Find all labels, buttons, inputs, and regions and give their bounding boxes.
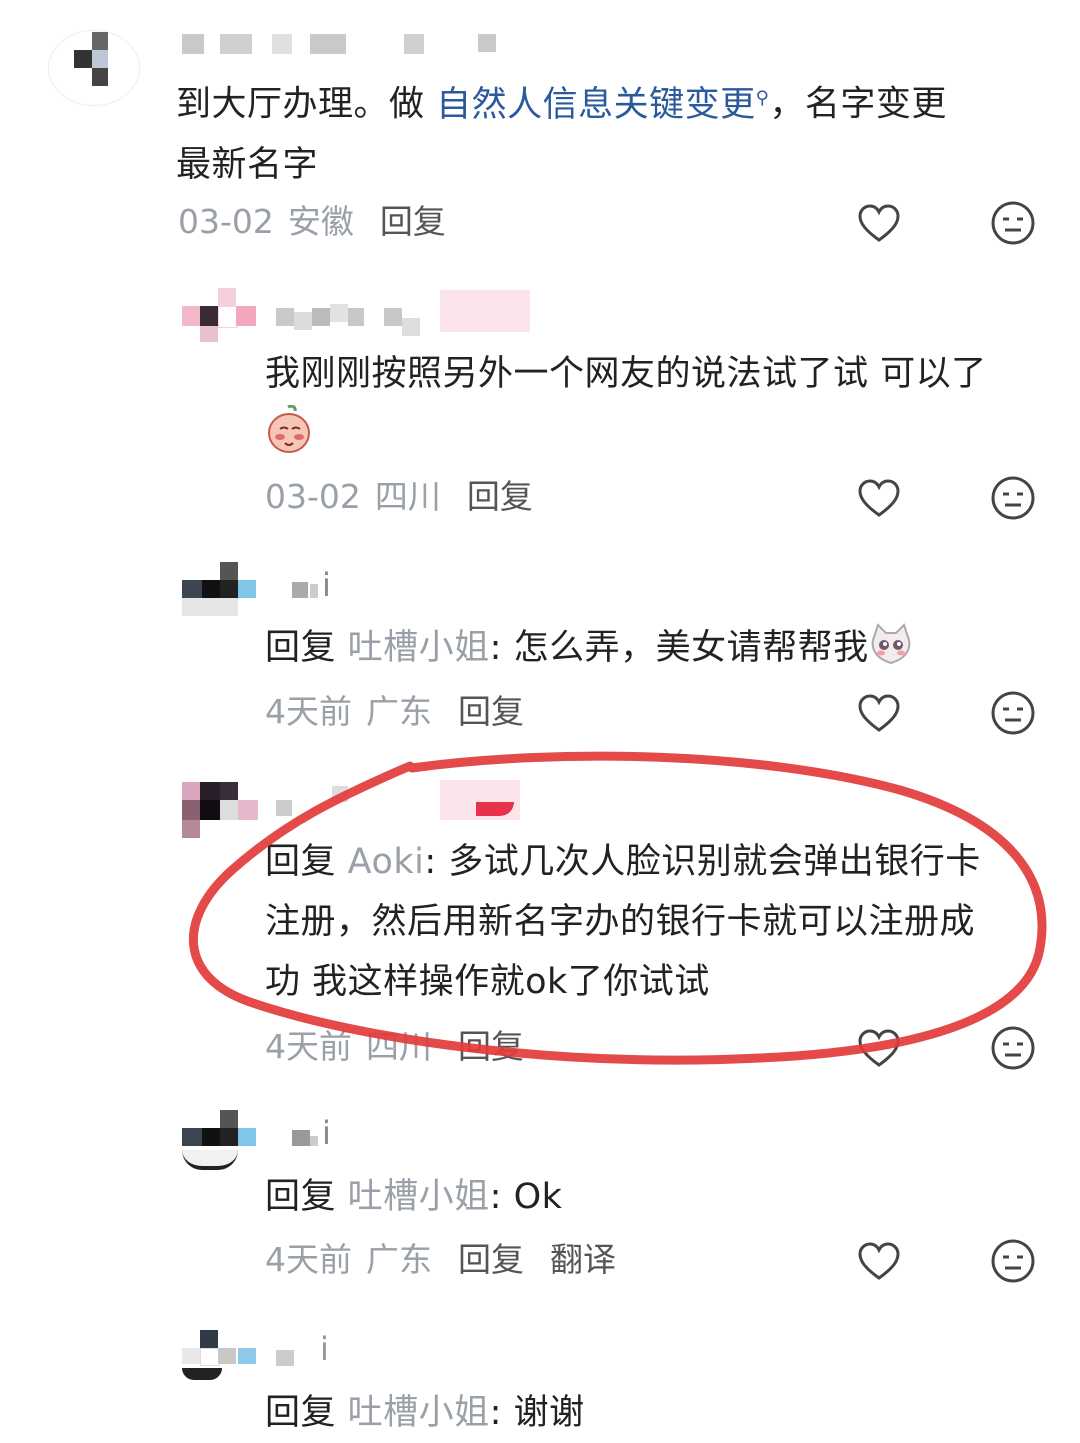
heart-outline-icon — [858, 1029, 900, 1067]
comment-text: 回复 吐槽小姐: 怎么弄，美女请帮帮我 — [265, 618, 1055, 678]
comment-meta: 4天前 广东 回复 翻译 — [265, 1238, 616, 1282]
like-button[interactable] — [856, 690, 902, 736]
reply-button[interactable]: 回复 — [467, 477, 533, 516]
reply-to-username[interactable]: 吐槽小姐 — [348, 1177, 490, 1217]
comment-meta: 4天前 广东 回复 — [265, 690, 524, 734]
username-blurred[interactable]: i — [292, 566, 352, 610]
comment-text: 回复 吐槽小姐: 谢谢 — [265, 1393, 585, 1433]
reply-button[interactable]: 回复 — [458, 692, 524, 731]
reply-button[interactable]: 回复 — [380, 202, 446, 241]
translate-button[interactable]: 翻译 — [550, 1240, 616, 1279]
location: 广东 — [366, 1240, 432, 1279]
heart-outline-icon — [858, 1242, 900, 1280]
like-button[interactable] — [856, 475, 902, 521]
avatar[interactable] — [182, 1110, 258, 1170]
username-fragment: i — [320, 1330, 329, 1368]
username-fragment: i — [322, 1114, 331, 1152]
location: 四川 — [366, 1027, 432, 1066]
reply-to-username[interactable]: 吐槽小姐 — [348, 628, 490, 668]
date: 03-02 — [178, 202, 274, 241]
date: 4天前 — [265, 1027, 352, 1066]
neutral-face-icon — [991, 476, 1035, 520]
like-button[interactable] — [856, 200, 902, 246]
dislike-button[interactable] — [990, 690, 1036, 736]
reply-button[interactable]: 回复 — [458, 1240, 524, 1279]
reply-button[interactable]: 回复 — [458, 1027, 524, 1066]
heart-outline-icon — [858, 204, 900, 242]
comment-meta: 03-02 安徽 回复 — [178, 200, 446, 244]
like-button[interactable] — [856, 1238, 902, 1284]
neutral-face-icon — [991, 691, 1035, 735]
dislike-button[interactable] — [990, 475, 1036, 521]
dislike-button[interactable] — [990, 1238, 1036, 1284]
date: 4天前 — [265, 1240, 352, 1279]
comment-text: 回复 Aoki: 多试几次人脸识别就会弹出银行卡 注册，然后用新名字办的银行卡就… — [265, 842, 981, 1002]
username-blurred[interactable]: i — [292, 1114, 352, 1158]
search-icon: ⚲ — [755, 87, 770, 108]
comment-meta: 03-02 四川 回复 — [265, 475, 533, 519]
heart-outline-icon — [858, 694, 900, 732]
comment-text: 回复 吐槽小姐: Ok — [265, 1177, 563, 1217]
heart-outline-icon — [858, 479, 900, 517]
dislike-button[interactable] — [990, 200, 1036, 246]
username-blurred[interactable] — [182, 30, 502, 70]
reply-to-username[interactable]: 吐槽小姐 — [348, 1393, 490, 1433]
avatar[interactable] — [182, 782, 258, 842]
avatar[interactable] — [182, 562, 258, 622]
keyword-link[interactable]: 自然人信息关键变更⚲ — [436, 85, 769, 125]
neutral-face-icon — [991, 1026, 1035, 1070]
comment-text: 到大厅办理。做 自然人信息关键变更⚲，名字变更 最新名字 — [176, 84, 947, 185]
location: 广东 — [366, 692, 432, 731]
comment-meta: 4天前 四川 回复 — [265, 1025, 524, 1069]
avatar[interactable] — [48, 22, 140, 106]
like-button[interactable] — [856, 1025, 902, 1071]
avatar[interactable] — [182, 1330, 258, 1386]
reply-to-username[interactable]: Aoki — [348, 842, 425, 882]
username-blurred[interactable] — [276, 290, 536, 338]
location: 安徽 — [287, 202, 354, 241]
neutral-face-icon — [991, 1239, 1035, 1283]
comment-text: 我刚刚按照另外一个网友的说法试了试 可以了 — [265, 354, 987, 394]
avatar[interactable] — [182, 288, 258, 348]
crying-cat-emoji — [871, 623, 911, 665]
username-blurred[interactable]: i — [276, 1330, 346, 1376]
neutral-face-icon — [991, 201, 1035, 245]
date: 4天前 — [265, 692, 352, 731]
dislike-button[interactable] — [990, 1025, 1036, 1071]
emoji-sticker — [266, 404, 312, 455]
date: 03-02 — [265, 477, 361, 516]
username-fragment: i — [322, 566, 331, 604]
location: 四川 — [374, 477, 441, 516]
username-blurred[interactable] — [276, 780, 526, 822]
